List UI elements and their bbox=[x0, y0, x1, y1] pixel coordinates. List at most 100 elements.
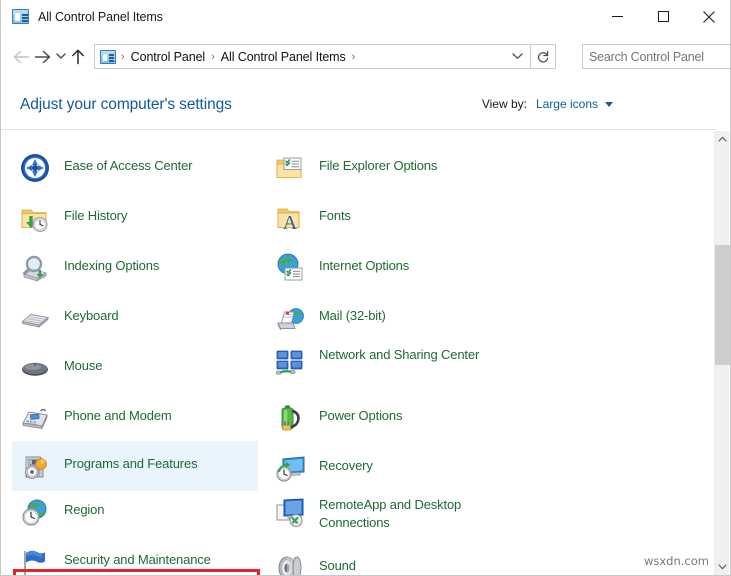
ease-of-access-icon bbox=[19, 152, 51, 184]
minimize-icon bbox=[612, 11, 623, 22]
mouse-icon bbox=[19, 352, 51, 384]
refresh-icon bbox=[536, 50, 550, 64]
sound-icon bbox=[274, 552, 306, 575]
address-control-panel-icon bbox=[100, 50, 116, 64]
close-icon bbox=[703, 11, 715, 23]
region-icon bbox=[19, 496, 51, 528]
forward-button[interactable] bbox=[32, 42, 53, 72]
close-button[interactable] bbox=[686, 0, 731, 33]
item-label: Power Options bbox=[319, 399, 402, 425]
item-keyboard[interactable]: Keyboard bbox=[12, 297, 258, 341]
search-box[interactable] bbox=[582, 44, 731, 69]
item-file-explorer-options[interactable]: File Explorer Options bbox=[267, 147, 513, 191]
view-by-value[interactable]: Large icons bbox=[536, 97, 598, 111]
chevron-down-icon bbox=[56, 53, 66, 60]
scroll-down-button[interactable] bbox=[715, 559, 730, 575]
programs-and-features-icon bbox=[19, 451, 51, 483]
chevron-down-icon[interactable] bbox=[605, 102, 613, 107]
item-label: Mail (32-bit) bbox=[319, 299, 386, 325]
header-strip: Adjust your computer's settings View by:… bbox=[1, 80, 716, 130]
item-label: Recovery bbox=[319, 449, 373, 475]
scroll-thumb[interactable] bbox=[715, 245, 730, 365]
search-input[interactable] bbox=[583, 50, 731, 64]
control-panel-window: All Control Panel Items bbox=[0, 0, 731, 576]
refresh-button[interactable] bbox=[531, 44, 556, 69]
fonts-icon: A bbox=[274, 202, 306, 234]
recent-locations-button[interactable] bbox=[53, 42, 68, 72]
item-internet-options[interactable]: Internet Options bbox=[267, 247, 513, 291]
security-and-maintenance-icon bbox=[19, 546, 51, 575]
chevron-down-icon bbox=[512, 53, 523, 60]
item-label: Sound bbox=[319, 549, 356, 575]
page-title: Adjust your computer's settings bbox=[20, 96, 232, 114]
back-button[interactable] bbox=[11, 42, 32, 72]
vertical-scrollbar[interactable] bbox=[714, 131, 729, 575]
item-file-history[interactable]: File History bbox=[12, 197, 258, 241]
view-by-control[interactable]: View by: Large icons bbox=[482, 97, 613, 111]
item-security-and-maintenance[interactable]: Security and Maintenance bbox=[12, 541, 258, 575]
chevron-down-icon bbox=[718, 564, 727, 570]
item-power-options[interactable]: Power Options bbox=[267, 397, 513, 441]
control-panel-icon bbox=[12, 9, 29, 24]
item-label: Programs and Features bbox=[64, 443, 197, 473]
control-panel-items-grid: Ease of Access Center File History bbox=[2, 131, 715, 575]
item-phone-and-modem[interactable]: Phone and Modem bbox=[12, 397, 258, 441]
arrow-right-icon bbox=[34, 50, 51, 64]
address-bar[interactable]: › Control Panel › All Control Panel Item… bbox=[94, 44, 531, 69]
file-explorer-options-icon bbox=[274, 152, 306, 184]
remoteapp-and-desktop-connections-icon bbox=[274, 496, 306, 528]
indexing-options-icon bbox=[19, 252, 51, 284]
item-sound[interactable]: Sound bbox=[267, 547, 513, 575]
item-label: Keyboard bbox=[64, 299, 118, 325]
item-region[interactable]: Region bbox=[12, 491, 258, 535]
window-controls bbox=[594, 0, 731, 33]
item-label: File History bbox=[64, 199, 127, 225]
minimize-button[interactable] bbox=[594, 0, 640, 33]
item-mouse[interactable]: Mouse bbox=[12, 347, 258, 391]
address-dropdown-button[interactable] bbox=[504, 45, 530, 69]
item-programs-and-features[interactable]: Programs and Features bbox=[12, 441, 258, 491]
view-by-label: View by: bbox=[482, 97, 527, 111]
item-label: Security and Maintenance bbox=[64, 543, 211, 569]
arrow-left-icon bbox=[13, 50, 30, 64]
item-mail[interactable]: Mail (32-bit) bbox=[267, 297, 513, 341]
item-label: Region bbox=[64, 493, 104, 519]
watermark: wsxdn.com bbox=[642, 553, 711, 569]
item-label: RemoteApp and Desktop Connections bbox=[319, 495, 509, 532]
breadcrumb-separator-1: › bbox=[206, 51, 220, 63]
item-label: Ease of Access Center bbox=[64, 149, 192, 175]
maximize-button[interactable] bbox=[640, 0, 686, 33]
item-label: Phone and Modem bbox=[64, 399, 172, 425]
internet-options-icon bbox=[274, 252, 306, 284]
keyboard-icon bbox=[19, 302, 51, 334]
recovery-icon bbox=[274, 452, 306, 484]
file-history-icon bbox=[19, 202, 51, 234]
item-network-and-sharing-center[interactable]: Network and Sharing Center bbox=[267, 343, 513, 387]
up-one-level-button[interactable] bbox=[68, 42, 88, 72]
item-fonts[interactable]: A Fonts bbox=[267, 197, 513, 241]
phone-and-modem-icon bbox=[19, 402, 51, 434]
breadcrumb-separator-2: › bbox=[347, 51, 361, 63]
title-bar: All Control Panel Items bbox=[1, 0, 731, 33]
item-label: Mouse bbox=[64, 349, 102, 375]
network-and-sharing-center-icon bbox=[274, 346, 306, 378]
breadcrumb-separator-0: › bbox=[116, 51, 130, 63]
item-label: Internet Options bbox=[319, 249, 409, 275]
item-label: File Explorer Options bbox=[319, 149, 437, 175]
chevron-up-icon bbox=[718, 136, 727, 142]
item-remoteapp-and-desktop-connections[interactable]: RemoteApp and Desktop Connections bbox=[267, 493, 513, 537]
navigation-bar: › Control Panel › All Control Panel Item… bbox=[1, 33, 731, 80]
item-indexing-options[interactable]: Indexing Options bbox=[12, 247, 258, 291]
item-ease-of-access-center[interactable]: Ease of Access Center bbox=[12, 147, 258, 191]
svg-text:A: A bbox=[283, 212, 298, 234]
scroll-up-button[interactable] bbox=[715, 131, 730, 147]
mail-icon bbox=[274, 302, 306, 334]
maximize-icon bbox=[658, 11, 669, 22]
arrow-up-icon bbox=[71, 49, 85, 65]
breadcrumb-control-panel[interactable]: Control Panel bbox=[130, 48, 206, 66]
power-options-icon bbox=[274, 402, 306, 434]
breadcrumb-all-control-panel-items[interactable]: All Control Panel Items bbox=[220, 48, 347, 66]
window-title: All Control Panel Items bbox=[38, 10, 163, 24]
item-recovery[interactable]: Recovery bbox=[267, 447, 513, 491]
item-label: Fonts bbox=[319, 199, 351, 225]
